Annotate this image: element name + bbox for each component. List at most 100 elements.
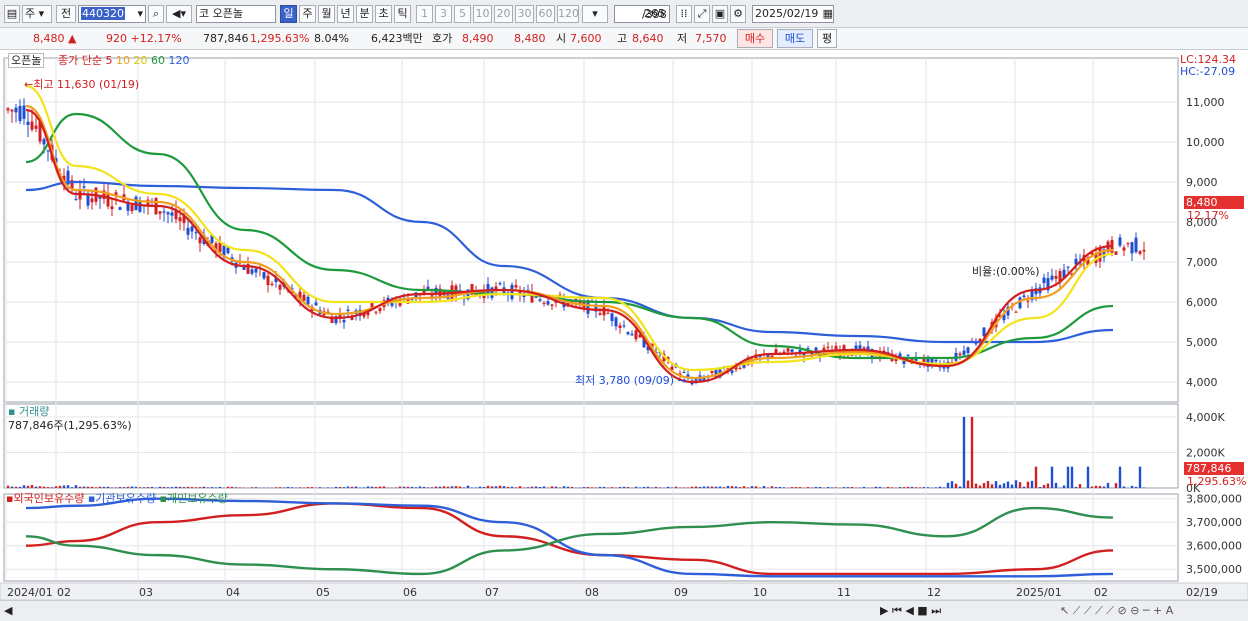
interval-20[interactable]: 20 (494, 5, 513, 23)
candle-body (374, 311, 378, 313)
save-icon[interactable]: ▣ (712, 5, 728, 23)
search-icon[interactable]: ⌕ (148, 5, 164, 23)
bid2: 8,480 (514, 32, 546, 45)
legend-ma-10: 10 (115, 54, 130, 67)
volume-bar (898, 487, 902, 488)
volume-bar (18, 486, 22, 488)
volume-bar (250, 487, 254, 488)
period-year[interactable]: 년 (337, 5, 354, 23)
interval-3[interactable]: 3 (435, 5, 452, 23)
volume-bar (438, 486, 442, 488)
stock-name-field[interactable]: 코 오픈놀 (196, 5, 276, 23)
volume-bar (502, 486, 506, 488)
candle-body (378, 308, 382, 312)
volume-bar (910, 486, 914, 488)
volume-bar (602, 486, 606, 488)
volume-bar (274, 487, 278, 488)
interval-dropdown[interactable]: ▾ (582, 5, 608, 23)
period-day[interactable]: 일 (280, 5, 297, 23)
volume-bar (190, 487, 194, 488)
interval-1[interactable]: 1 (416, 5, 433, 23)
gear-icon[interactable]: ⚙ (730, 5, 746, 23)
chart-grid (0, 57, 1248, 601)
buy-button[interactable]: 매수 (737, 29, 773, 48)
legend-ma-5: 5 (105, 54, 113, 67)
volume-bar (422, 486, 426, 488)
low-price: 7,570 (695, 32, 727, 45)
volume-bar (298, 487, 302, 488)
market-select[interactable]: 주 ▾ (22, 5, 52, 23)
volume-bar (506, 486, 510, 488)
draw-icon[interactable]: ⤢ (694, 5, 710, 23)
high-price: 8,640 (632, 32, 664, 45)
legend-individual: 개인보유수량 (166, 492, 228, 505)
amount: 6,423백만 (371, 32, 423, 45)
low-label: 저 (677, 32, 688, 45)
volume-bar (362, 487, 366, 488)
volume-bar (378, 486, 382, 488)
last-pct-tag: 12.17% (1187, 209, 1229, 222)
stock-chart[interactable]: 2024/01 02 03 04 05 06 07 08 09 10 11 12 2025/01 02 02… (0, 50, 1248, 621)
interval-10[interactable]: 10 (473, 5, 492, 23)
menu-icon[interactable]: ▤ (4, 5, 20, 23)
period-minute[interactable]: 분 (356, 5, 373, 23)
interval-30[interactable]: 30 (515, 5, 534, 23)
candle-body (974, 343, 978, 345)
stock-code-input[interactable]: 440320 ▾ (78, 5, 146, 23)
candle-body (534, 296, 538, 298)
high-marker: ←최고 11,630 (01/19) (24, 78, 140, 91)
volume-bar (370, 486, 374, 488)
volume-bar (1134, 486, 1138, 488)
volume-bar (990, 484, 994, 488)
volume-bar (730, 486, 734, 488)
candle-body (630, 333, 634, 336)
stock-code-value: 440320 (81, 7, 125, 20)
interval-5[interactable]: 5 (454, 5, 471, 23)
candle-body (34, 125, 38, 129)
volume-bar (710, 486, 714, 488)
volume-bar (310, 487, 314, 488)
volume-bar (562, 486, 566, 488)
chart-scrollbar[interactable]: ◀ ▶ ⏮ ◀ ■ ⏭ ↖ ⟋ ⟋ ⟋ ⟋ ⊘ ⊖ ─ + A (0, 600, 1248, 621)
legend-stock-name[interactable]: 오픈놀 (8, 53, 45, 68)
period-month[interactable]: 월 (318, 5, 335, 23)
period-second[interactable]: 초 (375, 5, 392, 23)
chart-toolbar: ▤ 주 ▾ 전 440320 ▾ ⌕ ◀▾ 코 오픈놀 일 주 월 년 분 초 틱… (0, 0, 1248, 28)
scroll-left-icon[interactable]: ◀ (4, 604, 12, 617)
period-week[interactable]: 주 (299, 5, 316, 23)
candle-body (1122, 247, 1126, 251)
volume-bar (118, 487, 122, 488)
date-input[interactable]: 2025/02/19 ▦ (752, 5, 834, 23)
volume-title: ▪ 거래량 (8, 405, 50, 418)
sell-button[interactable]: 매도 (777, 29, 813, 48)
volume-bar (458, 486, 462, 488)
volume-bar (102, 486, 106, 488)
candle-body (262, 272, 266, 279)
hold-y-tick: 3,700,000 (1186, 516, 1242, 529)
volume-bar (290, 487, 294, 488)
holdings-legend: ▪외국인보유수량 ▪기관보유수량 ▪개인보유수량 (6, 492, 228, 505)
legend-ma-120: 120 (168, 54, 190, 67)
volume-bar (402, 486, 406, 488)
volume-bar (818, 486, 822, 488)
period-tick[interactable]: 틱 (394, 5, 411, 23)
volume-bar (78, 486, 82, 488)
volume-bar (1014, 480, 1018, 488)
x-tick-label: 10 (753, 586, 767, 599)
interval-60[interactable]: 60 (536, 5, 555, 23)
evaluate-button[interactable]: 평 (817, 29, 837, 48)
interval-120[interactable]: 120 (557, 5, 579, 23)
candle-icon[interactable]: ⁞⁞ (676, 5, 692, 23)
legend-ma-60: 60 (150, 54, 165, 67)
volume-bar (558, 487, 562, 488)
volume-bar (82, 486, 86, 488)
volume-bar (902, 487, 906, 488)
tool-icons[interactable]: ↖ ⟋ ⟋ ⟋ ⟋ ⊘ ⊖ ─ + A (1060, 604, 1173, 617)
nav-controls[interactable]: ▶ ⏮ ◀ ■ ⏭ (880, 604, 941, 617)
speaker-icon[interactable]: ◀▾ (166, 5, 192, 23)
volume-last-tag: 787,846 (1184, 462, 1244, 475)
volume-bar (350, 486, 354, 488)
market2-select[interactable]: 전 (56, 5, 76, 23)
x-tick-label: 11 (837, 586, 851, 599)
volume-bar (934, 487, 938, 488)
